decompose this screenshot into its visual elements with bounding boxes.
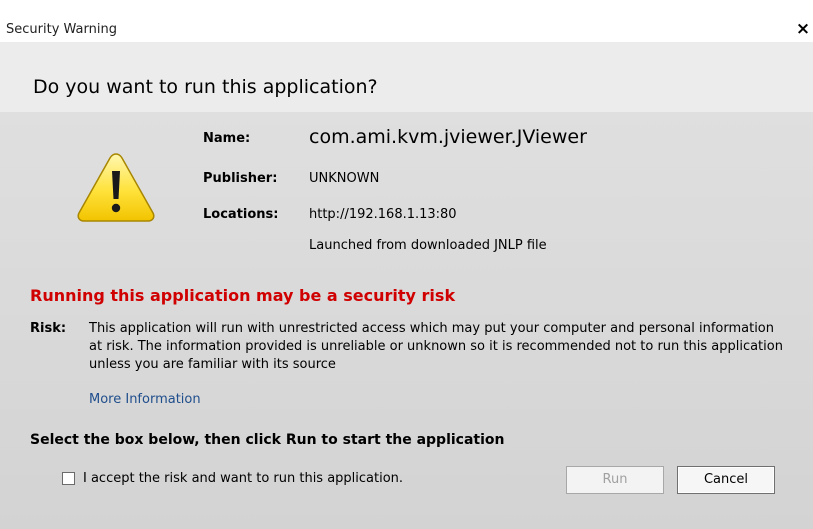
close-icon[interactable]: × — [795, 20, 811, 38]
security-warning-dialog: Security Warning × Do you want to run th… — [0, 0, 813, 529]
run-instruction: Select the box below, then click Run to … — [30, 432, 505, 448]
name-label: Name: — [203, 131, 251, 146]
application-name: com.ami.kvm.jviewer.JViewer — [309, 126, 587, 148]
run-button[interactable]: Run — [566, 466, 664, 494]
warning-triangle-icon — [77, 153, 155, 222]
accept-risk-label[interactable]: I accept the risk and want to run this a… — [83, 471, 403, 486]
more-information-link[interactable]: More Information — [89, 392, 201, 407]
publisher-label: Publisher: — [203, 171, 278, 186]
locations-label: Locations: — [203, 207, 279, 222]
risk-description: This application will run with unrestric… — [89, 321, 783, 372]
dialog-headline: Do you want to run this application? — [33, 76, 378, 98]
risk-label: Risk: — [30, 321, 67, 336]
accept-risk-checkbox[interactable] — [62, 472, 75, 485]
title-bar: Security Warning × — [0, 0, 813, 42]
location-note: Launched from downloaded JNLP file — [309, 238, 547, 253]
location-url: http://192.168.1.13:80 — [309, 207, 457, 222]
window-title: Security Warning — [6, 22, 117, 37]
cancel-button[interactable]: Cancel — [677, 466, 775, 494]
risk-heading: Running this application may be a securi… — [30, 286, 456, 305]
publisher-value: UNKNOWN — [309, 171, 380, 186]
